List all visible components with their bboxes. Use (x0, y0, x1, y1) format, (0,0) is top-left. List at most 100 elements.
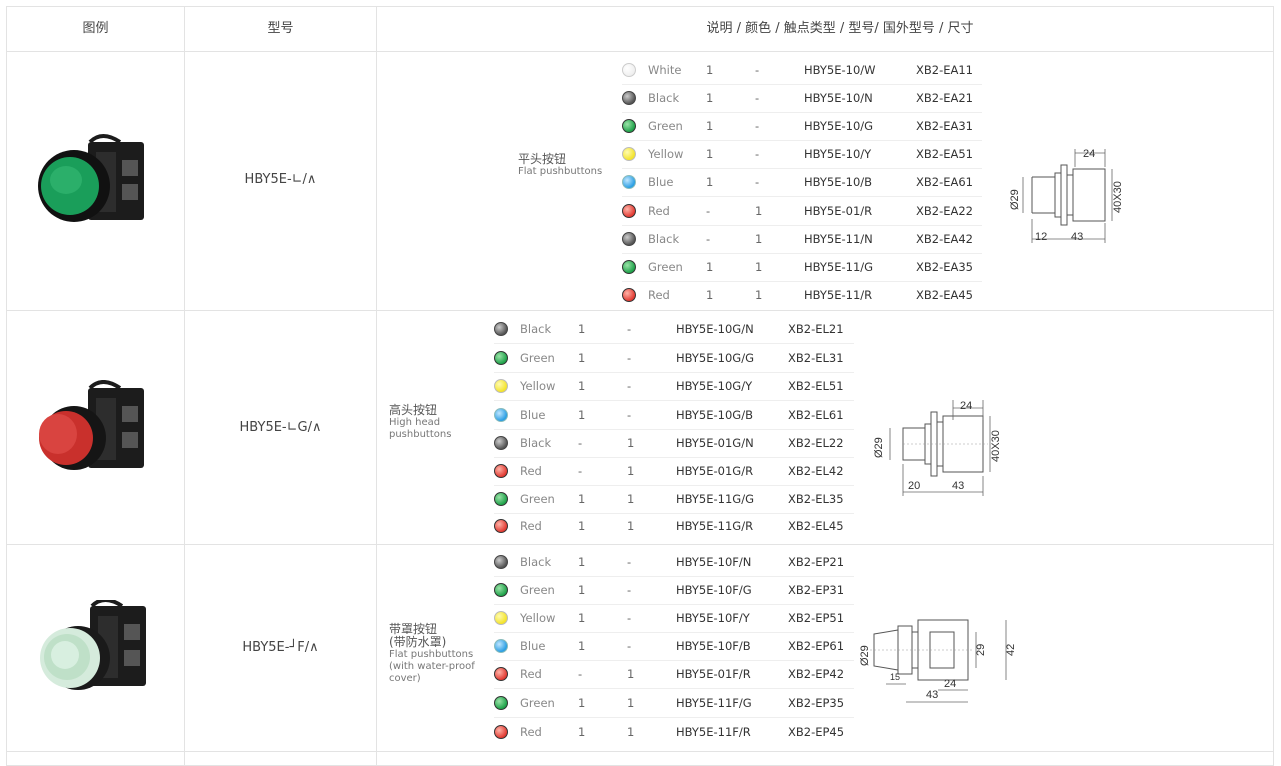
table-row: Green 1 1 HBY5E-11F/G XB2-EP35 (494, 689, 854, 718)
table-row: Red - 1 HBY5E-01/R XB2-EA22 (622, 197, 982, 226)
dim-label-c: 43 (926, 689, 938, 701)
model-number: HBY5E-10G/B (676, 408, 753, 422)
dim-label-a: 24 (944, 678, 956, 690)
description-covered: 带罩按钮 (带防水罩) Flat pushbuttons (with water… (389, 623, 475, 685)
table-row: Blue 1 - HBY5E-10/B XB2-EA61 (622, 168, 982, 197)
foreign-model: XB2-EL42 (788, 464, 844, 478)
foreign-model: XB2-EL35 (788, 492, 844, 506)
color-dot (622, 204, 636, 218)
color-name: Green (520, 351, 555, 365)
table-row: Red - 1 HBY5E-01G/R XB2-EL42 (494, 457, 854, 486)
model-number: HBY5E-10/N (804, 91, 873, 105)
color-name: Yellow (520, 611, 556, 625)
contact-no: 1 (578, 408, 586, 422)
model-number: HBY5E-01G/R (676, 464, 754, 478)
dim-label-c: 43 (952, 480, 964, 492)
color-dot (494, 611, 508, 625)
model-number: HBY5E-11G/G (676, 492, 754, 506)
description-cn: 高头按钮 (389, 403, 438, 417)
foreign-model: XB2-EL61 (788, 408, 844, 422)
table-row: Black 1 - HBY5E-10G/N XB2-EL21 (494, 315, 854, 344)
row-divider (7, 544, 1273, 545)
contact-nc: 1 (627, 464, 635, 478)
color-name: Red (648, 204, 670, 218)
dim-label-a: 24 (960, 400, 972, 412)
contact-nc: - (627, 322, 632, 336)
color-dot (622, 288, 636, 302)
dim-label-a: 24 (1083, 148, 1095, 160)
model-label-covered: HBY5E-┘F/∧ (242, 640, 319, 655)
foreign-model: XB2-EA31 (916, 119, 974, 133)
model-label-high-head: HBY5E-∟G/∧ (239, 420, 322, 435)
description-en: Flat pushbuttons (518, 166, 603, 177)
color-name: Green (648, 260, 683, 274)
contact-nc: - (627, 408, 632, 422)
contact-no: 1 (706, 175, 714, 189)
dim-label-d: Ø29 (873, 437, 885, 458)
color-name: Red (520, 725, 542, 739)
foreign-model: XB2-EL45 (788, 519, 844, 533)
contact-nc: - (627, 351, 632, 365)
description-flat: 平头按钮 Flat pushbuttons (518, 153, 602, 178)
model-number: HBY5E-11G/R (676, 519, 754, 533)
model-number: HBY5E-10/G (804, 119, 874, 133)
color-name: Red (520, 667, 542, 681)
header-model: 型号 (267, 21, 294, 36)
foreign-model: XB2-EA22 (916, 204, 974, 218)
dim-label-d: Ø29 (1009, 189, 1021, 210)
description-cn: 平头按钮 (518, 152, 567, 166)
contact-no: 1 (578, 379, 586, 393)
header-spec: 说明 / 颜色 / 触点类型 / 型号/ 国外型号 / 尺寸 (706, 21, 974, 36)
contact-nc: - (755, 91, 760, 105)
color-name: Black (520, 555, 552, 569)
foreign-model: XB2-EA21 (916, 91, 974, 105)
description-en: High head (389, 417, 441, 428)
model-number: HBY5E-11/N (804, 232, 873, 246)
contact-nc: - (627, 639, 632, 653)
color-name: Green (520, 583, 555, 597)
contact-nc: 1 (755, 260, 763, 274)
contact-nc: 1 (755, 232, 763, 246)
description-en: pushbuttons (389, 429, 452, 440)
model-number: HBY5E-10G/G (676, 351, 754, 365)
contact-no: 1 (578, 351, 586, 365)
contact-nc: 1 (627, 519, 635, 533)
color-dot (622, 63, 636, 77)
color-name: Red (520, 519, 542, 533)
contact-nc: 1 (627, 436, 635, 450)
model-number: HBY5E-10G/Y (676, 379, 753, 393)
contact-nc: 1 (627, 492, 635, 506)
foreign-model: XB2-EP42 (788, 667, 845, 681)
model-number: HBY5E-11F/R (676, 725, 751, 739)
foreign-model: XB2-EP35 (788, 696, 845, 710)
foreign-model: XB2-EP31 (788, 583, 845, 597)
description-high-head: 高头按钮 High head pushbuttons (389, 404, 451, 441)
product-photo-covered (34, 598, 159, 704)
color-dot (622, 119, 636, 133)
color-name: Yellow (648, 147, 684, 161)
row-divider (7, 51, 1273, 52)
dim-label-e: 29 (975, 644, 987, 656)
dimension-drawing-flat: 24 12 43 40X30 Ø29 (1009, 148, 1124, 243)
contact-no: 1 (578, 492, 586, 506)
contact-nc: - (755, 63, 760, 77)
color-dot (494, 436, 508, 450)
color-dot (494, 351, 508, 365)
contact-no: 1 (578, 611, 586, 625)
product-photo-flat (30, 130, 155, 234)
model-number: HBY5E-10F/Y (676, 611, 750, 625)
dim-label-b: 12 (1035, 231, 1047, 243)
foreign-model: XB2-EL31 (788, 351, 844, 365)
contact-no: 1 (706, 91, 714, 105)
contact-no: 1 (706, 119, 714, 133)
color-dot (622, 91, 636, 105)
contact-no: 1 (706, 260, 714, 274)
dim-label-b: 15 (890, 672, 900, 682)
table-row: Red 1 1 HBY5E-11G/R XB2-EL45 (494, 512, 854, 540)
foreign-model: XB2-EA61 (916, 175, 974, 189)
color-name: Blue (520, 639, 546, 653)
description-en: Flat pushbuttons (389, 649, 474, 660)
color-dot (622, 260, 636, 274)
contact-no: 1 (578, 696, 586, 710)
contact-nc: - (755, 119, 760, 133)
